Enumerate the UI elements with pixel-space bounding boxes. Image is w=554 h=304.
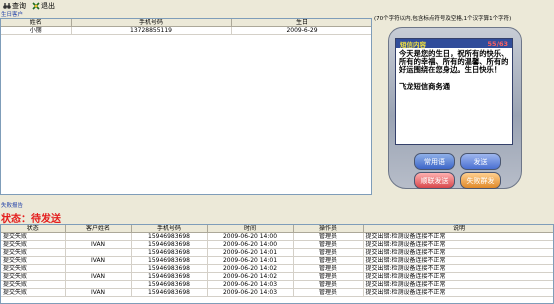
cell-customer bbox=[65, 248, 132, 257]
cell-time: 2009-06-20 14:00 bbox=[207, 240, 294, 249]
cell-customer: IVAN bbox=[65, 288, 132, 297]
cell-operator: 管理员 bbox=[293, 256, 364, 265]
cell-operator: 管理员 bbox=[293, 232, 364, 241]
cell-time: 2009-06-20 14:03 bbox=[207, 280, 294, 289]
cell-note: 提交出错:检测设备连接不正常 bbox=[363, 240, 553, 249]
birthday-grid[interactable]: 姓名 手机号码 生日 小丽 13728855119 2009-6-29 bbox=[0, 18, 372, 195]
cell-note: 提交出错:检测设备连接不正常 bbox=[363, 232, 553, 241]
col-note[interactable]: 说明 bbox=[363, 225, 553, 233]
cell-operator: 管理员 bbox=[293, 280, 364, 289]
col-birthday[interactable]: 生日 bbox=[231, 19, 371, 27]
cell-customer: IVAN bbox=[65, 272, 132, 281]
cell-status: 提交失败 bbox=[1, 232, 66, 241]
cell-note: 提交出错:检测设备连接不正常 bbox=[363, 256, 553, 265]
cell-customer bbox=[65, 264, 132, 273]
query-label: 查询 bbox=[12, 2, 26, 10]
cell-birthday: 2009-6-29 bbox=[231, 26, 371, 35]
cell-phone: 15946983698 bbox=[131, 248, 208, 257]
cell-phone: 15946983698 bbox=[131, 256, 208, 265]
cell-note: 提交出错:检测设备连接不正常 bbox=[363, 272, 553, 281]
col-phone[interactable]: 手机号码 bbox=[131, 225, 208, 233]
sms-message-input[interactable]: 今天是您的生日，祝所有的快乐、所有的幸福、所有的温馨、所有的好运围绕在您身边。生… bbox=[396, 48, 512, 93]
sms-phone-panel: 短信内容 55/63 今天是您的生日，祝所有的快乐、所有的幸福、所有的温馨、所有… bbox=[388, 27, 522, 189]
cell-customer bbox=[65, 232, 132, 241]
cell-time: 2009-06-20 14:02 bbox=[207, 272, 294, 281]
fail-section-title: 失败报告 bbox=[0, 203, 554, 209]
cell-time: 2009-06-20 14:00 bbox=[207, 232, 294, 241]
table-row[interactable]: 提交失败 15946983698 2009-06-20 14:01 管理员 提交… bbox=[1, 248, 553, 257]
cell-operator: 管理员 bbox=[293, 288, 364, 297]
cell-phone: 13728855119 bbox=[71, 26, 232, 35]
cell-note: 提交出错:检测设备连接不正常 bbox=[363, 248, 553, 257]
binoculars-icon bbox=[3, 2, 11, 10]
cell-name: 小丽 bbox=[1, 26, 72, 35]
char-limit-hint: (70个字符以内,包含标点符号及空格,1个汉字算1个字符) bbox=[374, 16, 512, 22]
cell-phone: 15946983698 bbox=[131, 264, 208, 273]
exit-label: 退出 bbox=[41, 2, 55, 10]
cell-operator: 管理员 bbox=[293, 248, 364, 257]
cell-status: 提交失败 bbox=[1, 288, 66, 297]
cell-status: 提交失败 bbox=[1, 264, 66, 273]
table-row[interactable]: 提交失败 IVAN 15946983698 2009-06-20 14:02 管… bbox=[1, 272, 553, 281]
cell-time: 2009-06-20 14:01 bbox=[207, 248, 294, 257]
cell-phone: 15946983698 bbox=[131, 288, 208, 297]
table-row[interactable]: 提交失败 15946983698 2009-06-20 14:00 管理员 提交… bbox=[1, 232, 553, 241]
fail-report-grid[interactable]: 状态 客户姓名 手机号码 时间 操作员 说明 提交失败 15946983698 … bbox=[0, 224, 554, 304]
cell-customer: IVAN bbox=[65, 256, 132, 265]
cell-status: 提交失败 bbox=[1, 240, 66, 249]
cell-customer bbox=[65, 280, 132, 289]
cell-customer: IVAN bbox=[65, 240, 132, 249]
send-all-button[interactable]: 顺联发送 bbox=[414, 172, 455, 189]
birthday-grid-header: 姓名 手机号码 生日 bbox=[1, 19, 371, 27]
cell-time: 2009-06-20 14:02 bbox=[207, 264, 294, 273]
col-phone[interactable]: 手机号码 bbox=[71, 19, 232, 27]
col-status[interactable]: 状态 bbox=[1, 225, 66, 233]
sms-title: 短信内容 bbox=[400, 40, 426, 49]
sms-counter: 55/63 bbox=[487, 39, 508, 48]
cell-time: 2009-06-20 14:03 bbox=[207, 288, 294, 297]
cell-time: 2009-06-20 14:01 bbox=[207, 256, 294, 265]
table-row[interactable]: 提交失败 IVAN 15946983698 2009-06-20 14:00 管… bbox=[1, 240, 553, 249]
cell-status: 提交失败 bbox=[1, 280, 66, 289]
sms-screen: 短信内容 55/63 今天是您的生日，祝所有的快乐、所有的幸福、所有的温馨、所有… bbox=[395, 38, 513, 145]
col-time[interactable]: 时间 bbox=[207, 225, 294, 233]
send-button[interactable]: 发送 bbox=[460, 153, 501, 170]
cell-status: 提交失败 bbox=[1, 272, 66, 281]
exit-button[interactable]: 退出 bbox=[30, 1, 57, 12]
fail-grid-header: 状态 客户姓名 手机号码 时间 操作员 说明 bbox=[1, 225, 553, 233]
col-operator[interactable]: 操作员 bbox=[293, 225, 364, 233]
cell-phone: 15946983698 bbox=[131, 280, 208, 289]
status-display: 状态：待发送 bbox=[1, 210, 61, 225]
cell-operator: 管理员 bbox=[293, 272, 364, 281]
cell-status: 提交失败 bbox=[1, 256, 66, 265]
table-row[interactable]: 小丽 13728855119 2009-6-29 bbox=[1, 26, 371, 35]
table-row[interactable]: 提交失败 15946983698 2009-06-20 14:02 管理员 提交… bbox=[1, 264, 553, 273]
col-name[interactable]: 姓名 bbox=[1, 19, 72, 27]
sms-screen-header: 短信内容 55/63 bbox=[396, 39, 512, 49]
table-row[interactable]: 提交失败 IVAN 15946983698 2009-06-20 14:03 管… bbox=[1, 288, 553, 297]
table-row[interactable]: 提交失败 IVAN 15946983698 2009-06-20 14:01 管… bbox=[1, 256, 553, 265]
cell-phone: 15946983698 bbox=[131, 272, 208, 281]
toolbar: 查询 退出 bbox=[0, 0, 554, 12]
cell-status: 提交失败 bbox=[1, 248, 66, 257]
cell-note: 提交出错:检测设备连接不正常 bbox=[363, 288, 553, 297]
table-row[interactable]: 提交失败 15946983698 2009-06-20 14:03 管理员 提交… bbox=[1, 280, 553, 289]
col-customer[interactable]: 客户姓名 bbox=[65, 225, 132, 233]
cell-phone: 15946983698 bbox=[131, 240, 208, 249]
failed-group-send-button[interactable]: 失败群发 bbox=[460, 172, 501, 189]
cell-operator: 管理员 bbox=[293, 240, 364, 249]
cell-note: 提交出错:检测设备连接不正常 bbox=[363, 264, 553, 273]
common-phrases-button[interactable]: 常用语 bbox=[414, 153, 455, 170]
cell-note: 提交出错:检测设备连接不正常 bbox=[363, 280, 553, 289]
cell-phone: 15946983698 bbox=[131, 232, 208, 241]
cell-operator: 管理员 bbox=[293, 264, 364, 273]
exit-icon bbox=[32, 2, 40, 10]
query-button[interactable]: 查询 bbox=[1, 1, 28, 12]
